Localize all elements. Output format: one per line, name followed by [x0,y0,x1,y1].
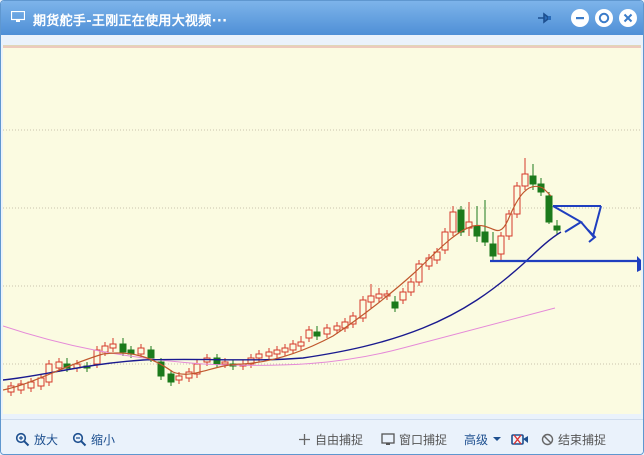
advanced-label: 高级 [464,432,489,447]
zoom-in-label: 放大 [34,432,59,447]
candle-body [489,243,497,257]
caret-down-icon [493,437,502,441]
candle-body [305,329,313,339]
candle-body [167,373,175,383]
zoom-out-label: 缩小 [91,432,116,447]
candle-body [399,291,407,301]
free-capture-button[interactable]: 自由捕捉 [298,430,363,448]
captured-kline-chart[interactable] [3,45,641,414]
candle-body [255,353,263,359]
settings-button[interactable] [595,9,613,27]
candle-body [119,343,127,353]
candle-body [147,349,155,359]
window-icon [381,432,395,445]
candle-body [27,381,35,389]
zoom-in-icon [15,432,30,446]
candle-body [137,347,145,355]
candle-body [473,225,481,237]
window-capture-button[interactable]: 窗口捕捉 [381,430,447,448]
candle-body [529,175,537,185]
zoom-out-icon [72,432,87,446]
candle-body [545,195,553,223]
candle-body [313,331,321,337]
candle-body [407,281,415,293]
settings-icon [598,12,610,24]
zoom-out-button[interactable]: 缩小 [72,430,115,448]
candle-body [367,295,375,303]
candle-body [553,225,561,231]
window-title: 期货舵手-王刚正在使用大视频··· [33,14,228,29]
candle-body [101,345,109,353]
candle-body [55,361,63,369]
stop-capture-button[interactable]: 结束捕捉 [541,430,606,448]
window-capture-label: 窗口捕捉 [399,432,448,447]
zoom-in-button[interactable]: 放大 [15,430,58,448]
candle-body [333,325,341,331]
minimize-icon [576,17,584,20]
cursor-pointer [637,256,641,272]
candle-body [449,211,457,233]
mid-moving-average-line [3,231,562,381]
monitor-icon [11,11,25,22]
stop-icon [541,433,554,445]
candle-body [497,235,505,255]
candle-body [37,377,45,387]
candle-body [323,327,331,335]
candle-body [391,301,399,309]
close-icon [623,13,633,23]
candle-body [221,361,229,365]
free-capture-label: 自由捕捉 [315,432,364,447]
pin-icon[interactable] [535,10,553,26]
camera-icon [511,434,528,445]
candlesticks [7,158,561,396]
candle-body [297,341,305,347]
candle-body [457,209,465,233]
advanced-dropdown[interactable]: 高级 [464,430,502,448]
slow-moving-average-line [3,307,556,366]
crosshair-icon [299,433,310,445]
title-bar[interactable]: 期货舵手-王刚正在使用大视频··· [1,1,643,35]
arrow-annotation [552,205,602,239]
candle-body [375,293,383,299]
bottom-toolbar: 放大 缩小 自由捕捉 窗口捕捉 高级 结束捕捉 [1,419,643,454]
candle-body [273,349,281,355]
record-button[interactable] [511,430,533,448]
candle-body [175,375,183,381]
candle-body [441,231,449,251]
capture-window: 期货舵手-王刚正在使用大视频··· 放大 缩小 自由捕捉 窗口捕捉 高级 结束捕… [0,0,644,455]
close-button[interactable] [619,9,637,27]
candle-body [289,343,297,351]
candle-body [109,343,117,349]
candle-body [281,347,289,353]
minimize-button[interactable] [571,9,589,27]
candle-body [513,185,521,215]
candle-body [265,351,273,357]
candle-body [213,357,221,365]
candle-body [185,371,193,379]
candle-body [481,231,489,243]
stop-capture-label: 结束捕捉 [558,432,607,447]
candle-body [521,173,529,187]
